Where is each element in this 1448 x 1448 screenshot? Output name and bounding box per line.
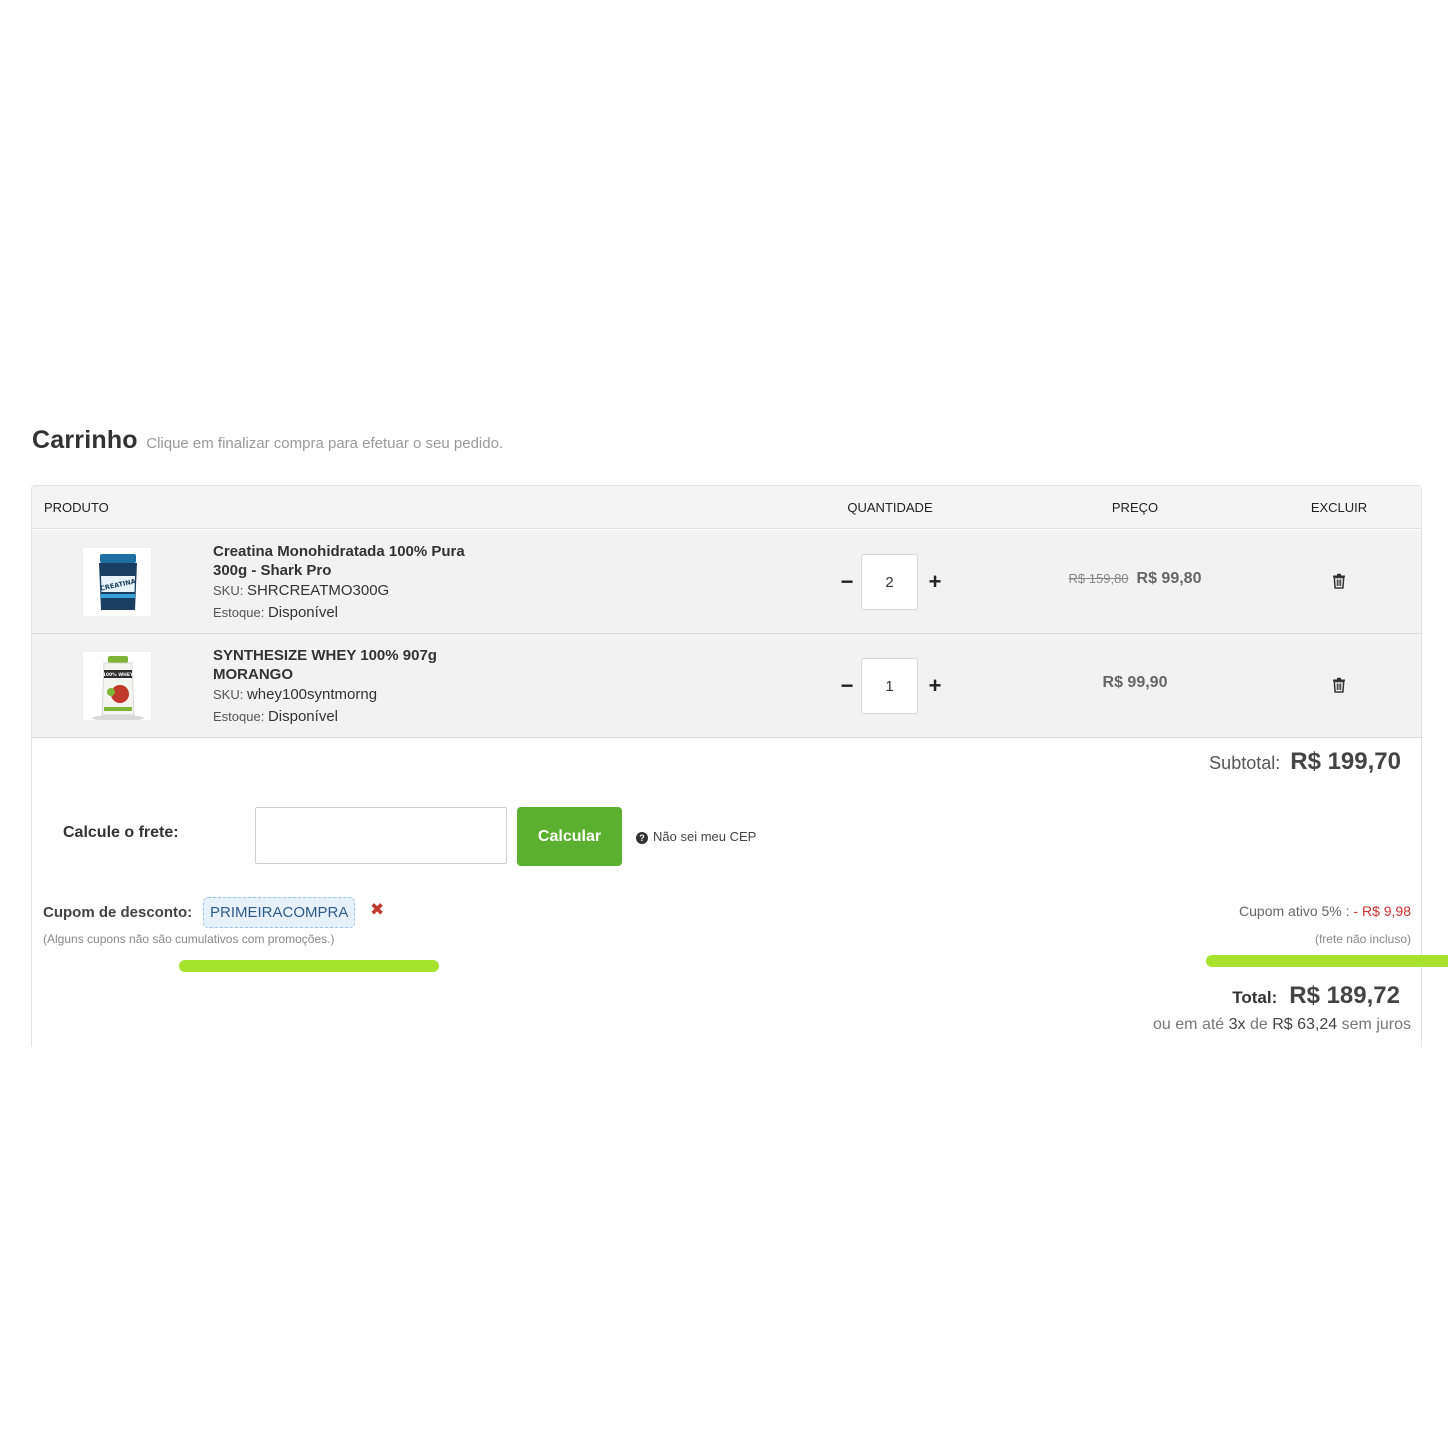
header-quantity: QUANTIDADE bbox=[847, 500, 933, 515]
unknown-cep-link[interactable]: ? Não sei meu CEP bbox=[636, 829, 756, 844]
current-price: R$ 99,90 bbox=[1102, 674, 1168, 691]
product-price: R$ 159,80 R$ 99,80 bbox=[1069, 570, 1202, 588]
increase-quantity-button[interactable]: + bbox=[926, 570, 944, 594]
coupon-note: (Alguns cupons não são cumulativos com p… bbox=[43, 932, 335, 946]
header-product: PRODUTO bbox=[44, 500, 109, 515]
product-image-label: 100% WHEY bbox=[103, 672, 134, 678]
shipping-not-included-note: (frete não incluso) bbox=[1314, 932, 1411, 946]
table-row: CREATINA Creatina Monohidratada 100% Pur… bbox=[32, 530, 1421, 634]
product-image-whey[interactable]: 100% WHEY bbox=[82, 651, 152, 721]
quantity-input[interactable] bbox=[861, 658, 918, 714]
unknown-cep-text: Não sei meu CEP bbox=[653, 829, 757, 844]
coupon-discount: - R$ 9,98 bbox=[1353, 903, 1411, 919]
product-name[interactable]: SYNTHESIZE WHEY 100% 907g MORANGO bbox=[213, 646, 533, 684]
product-name[interactable]: Creatina Monohidratada 100% Pura 300g - … bbox=[213, 542, 533, 580]
header-delete: EXCLUIR bbox=[1310, 500, 1368, 515]
page-subtitle: Clique em finalizar compra para efetuar … bbox=[146, 435, 504, 452]
current-price: R$ 99,80 bbox=[1136, 570, 1202, 587]
product-price: R$ 99,90 bbox=[1103, 674, 1168, 692]
total-label: Total: bbox=[1232, 988, 1278, 1007]
decrease-quantity-button[interactable]: − bbox=[838, 674, 856, 698]
coupon-label: Cupom de desconto: bbox=[43, 904, 193, 921]
old-price: R$ 159,80 bbox=[1068, 571, 1129, 586]
product-stock: Estoque: Disponível bbox=[213, 708, 338, 725]
active-coupon-label: Cupom ativo 5% : bbox=[1239, 903, 1354, 919]
product-sku: SKU: SHRCREATMO300G bbox=[213, 582, 390, 599]
decrease-quantity-button[interactable]: − bbox=[838, 570, 856, 594]
trash-icon[interactable] bbox=[1330, 676, 1348, 694]
page-header: Carrinho Clique em finalizar compra para… bbox=[32, 426, 503, 455]
coupon-code-badge: PRIMEIRACOMPRA bbox=[203, 897, 356, 928]
order-total: Total: R$ 189,72 bbox=[1232, 982, 1400, 1010]
subtotal-value: R$ 199,70 bbox=[1290, 748, 1401, 775]
highlight-mark bbox=[1206, 955, 1448, 967]
subtotal-label: Subtotal: bbox=[1209, 753, 1281, 773]
product-stock: Estoque: Disponível bbox=[213, 604, 338, 621]
highlight-mark bbox=[179, 960, 439, 972]
table-row: 100% WHEY SYNTHESIZE WHEY 100% 907g MORA… bbox=[32, 634, 1421, 738]
trash-icon[interactable] bbox=[1330, 572, 1348, 590]
product-image-creatina[interactable]: CREATINA bbox=[82, 547, 152, 617]
active-coupon: Cupom ativo 5% : - R$ 9,98 bbox=[1239, 903, 1411, 919]
cep-input[interactable] bbox=[255, 807, 507, 864]
subtotal: Subtotal: R$ 199,70 bbox=[1209, 748, 1401, 776]
page-title: Carrinho bbox=[32, 426, 138, 454]
product-info: SYNTHESIZE WHEY 100% 907g MORANGO SKU: w… bbox=[213, 646, 533, 728]
quantity-input[interactable] bbox=[861, 554, 918, 610]
header-price: PREÇO bbox=[1111, 500, 1159, 515]
question-circle-icon: ? bbox=[636, 832, 648, 844]
total-value: R$ 189,72 bbox=[1289, 982, 1400, 1009]
quantity-stepper: − + bbox=[838, 554, 943, 610]
shipping-label: Calcule o frete: bbox=[63, 824, 179, 841]
product-info: Creatina Monohidratada 100% Pura 300g - … bbox=[213, 542, 533, 624]
product-sku: SKU: whey100syntmorng bbox=[213, 686, 378, 703]
calculate-shipping-button[interactable]: Calcular bbox=[517, 807, 622, 866]
table-header: PRODUTO QUANTIDADE PREÇO EXCLUIR bbox=[32, 486, 1421, 529]
close-icon[interactable]: ✖ bbox=[370, 901, 384, 918]
installments: ou em até 3x de R$ 63,24 sem juros bbox=[1153, 1016, 1411, 1033]
increase-quantity-button[interactable]: + bbox=[926, 674, 944, 698]
quantity-stepper: − + bbox=[838, 658, 943, 714]
